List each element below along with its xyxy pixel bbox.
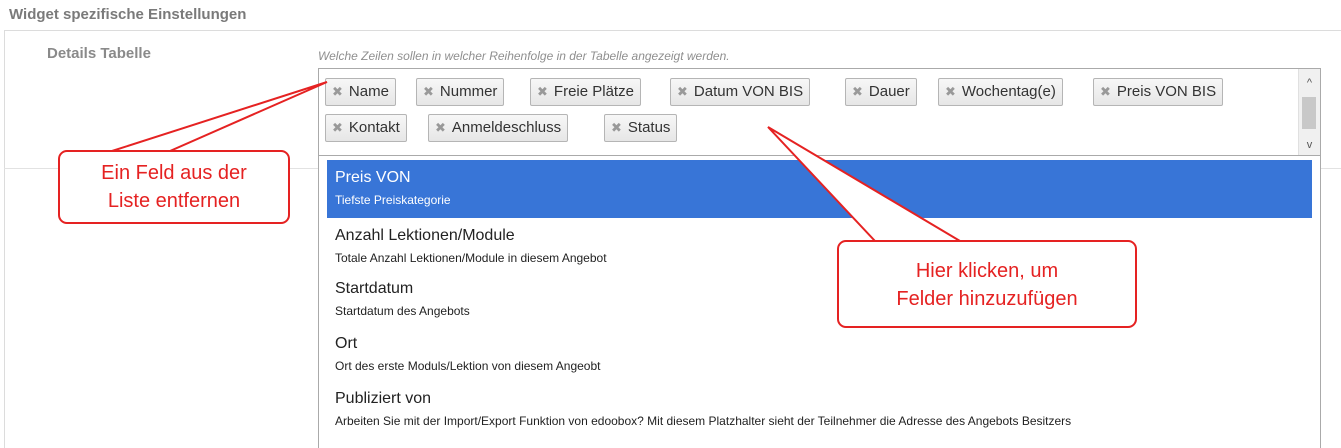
tag-wochentage: ✖ Wochentag(e)	[938, 78, 1063, 106]
annotation-line: Liste entfernen	[107, 190, 241, 212]
tag-label: Status	[627, 119, 671, 136]
tag-dauer: ✖ Dauer	[845, 78, 917, 106]
option-description: Startdatum des Angebots	[335, 304, 470, 318]
tag-label: Wochentag(e)	[961, 83, 1056, 100]
scrollbar-thumb[interactable]	[1302, 97, 1316, 129]
remove-icon[interactable]: ✖	[677, 84, 688, 99]
scroll-down-icon[interactable]: v	[1299, 137, 1320, 153]
option-title: Ort	[335, 335, 358, 352]
annotation-line: Hier klicken, um	[915, 260, 1059, 282]
divider	[4, 30, 1341, 31]
option-description: Arbeiten Sie mit der Import/Export Funkt…	[335, 414, 1072, 428]
remove-icon[interactable]: ✖	[332, 84, 343, 99]
divider	[1320, 168, 1341, 169]
field-hint: Welche Zeilen sollen in welcher Reihenfo…	[318, 49, 730, 63]
tag-label: Preis VON BIS	[1116, 83, 1217, 100]
tag-datum-von-bis: ✖ Datum VON BIS	[670, 78, 811, 106]
multi-select-input[interactable]: ✖ Name ✖ Nummer ✖ Freie Plätze ✖ Datum VON B…	[318, 68, 1321, 156]
option-title: Publiziert von	[335, 390, 432, 407]
remove-icon[interactable]: ✖	[1100, 84, 1111, 99]
option-title: Startdatum	[335, 280, 414, 297]
options-dropdown: Preis VON Tiefste Preiskategorie Anzahl …	[318, 156, 1321, 448]
tag-label: Anmeldeschluss	[451, 119, 562, 136]
option-preis-von[interactable]: Preis VON Tiefste Preiskategorie	[327, 160, 1312, 218]
remove-icon[interactable]: ✖	[611, 120, 622, 135]
field-label: Details Tabelle	[47, 45, 151, 62]
option-title: Anzahl Lektionen/Module	[335, 227, 515, 244]
remove-icon[interactable]: ✖	[537, 84, 548, 99]
tag-label: Nummer	[439, 83, 498, 100]
annotation-add-fields: Hier klicken, um Felder hinzuzufügen	[837, 240, 1137, 328]
option-description: Totale Anzahl Lektionen/Module in diesem…	[335, 251, 607, 265]
tag-kontakt: ✖ Kontakt	[325, 114, 407, 142]
tag-nummer: ✖ Nummer	[416, 78, 505, 106]
option-description: Ort des erste Moduls/Lektion von diesem …	[335, 359, 601, 373]
tag-status: ✖ Status	[604, 114, 678, 142]
remove-icon[interactable]: ✖	[435, 120, 446, 135]
tag-label: Dauer	[868, 83, 910, 100]
option-title: Preis VON	[335, 169, 411, 186]
scroll-up-icon[interactable]: ^	[1299, 75, 1320, 91]
option-anzahl-lektionen[interactable]: Anzahl Lektionen/Module Totale Anzahl Le…	[327, 218, 1312, 276]
remove-icon[interactable]: ✖	[332, 120, 343, 135]
tag-label: Datum VON BIS	[693, 83, 804, 100]
remove-icon[interactable]: ✖	[852, 84, 863, 99]
tag-anmeldeschluss: ✖ Anmeldeschluss	[428, 114, 569, 142]
option-startdatum[interactable]: Startdatum Startdatum des Angebots	[327, 271, 1312, 329]
tag-freie-plaetze: ✖ Freie Plätze	[530, 78, 641, 106]
option-publiziert-von[interactable]: Publiziert von Arbeiten Sie mit der Impo…	[327, 381, 1312, 439]
annotation-remove-field: Ein Feld aus der Liste entfernen	[58, 150, 290, 224]
tag-label: Name	[348, 83, 389, 100]
remove-icon[interactable]: ✖	[945, 84, 956, 99]
annotation-line: Ein Feld aus der	[101, 162, 247, 184]
option-description: Tiefste Preiskategorie	[335, 193, 451, 207]
tag-label: Kontakt	[348, 119, 400, 136]
scrollbar[interactable]: ^ v	[1298, 69, 1320, 155]
annotation-line: Felder hinzuzufügen	[896, 288, 1078, 310]
option-ort[interactable]: Ort Ort des erste Moduls/Lektion von die…	[327, 326, 1312, 384]
tag-name: ✖ Name	[325, 78, 396, 106]
pointer-remove	[111, 81, 328, 152]
tag-label: Freie Plätze	[553, 83, 634, 100]
divider	[4, 30, 5, 448]
remove-icon[interactable]: ✖	[423, 84, 434, 99]
tag-preis-von-bis: ✖ Preis VON BIS	[1093, 78, 1224, 106]
section-title: Widget spezifische Einstellungen	[9, 6, 247, 23]
